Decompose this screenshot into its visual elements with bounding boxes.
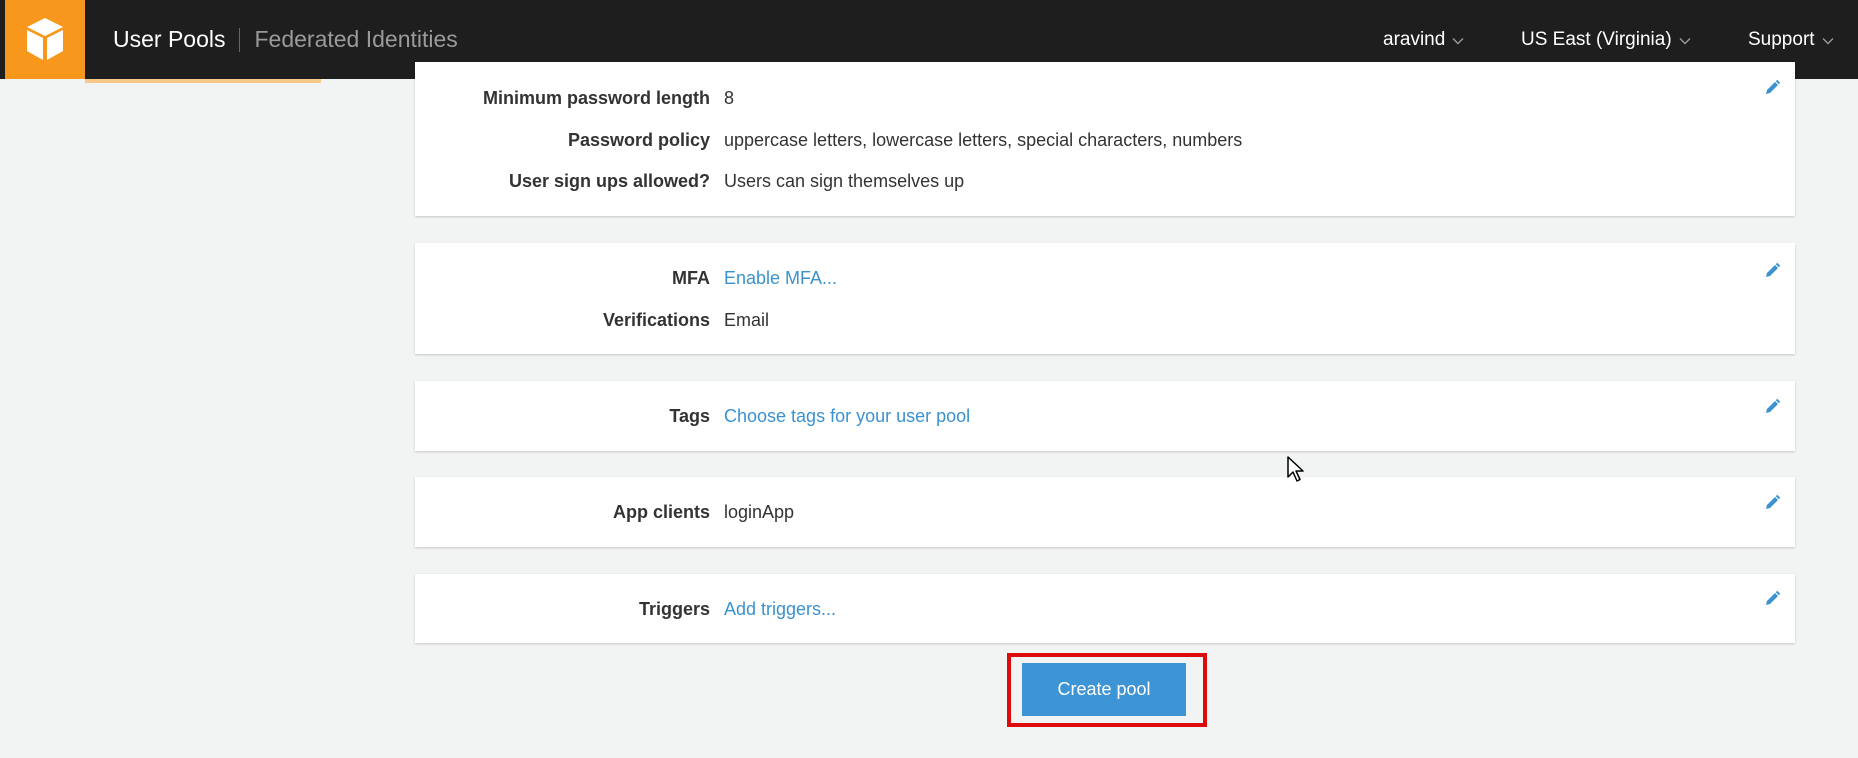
row-value: uppercase letters, lowercase letters, sp… [724, 130, 1243, 150]
row-label: User sign ups allowed? [508, 171, 710, 191]
create-pool-button[interactable]: Create pool [1022, 663, 1186, 716]
service-logo[interactable] [5, 0, 85, 79]
pencil-icon[interactable] [1763, 262, 1781, 280]
active-section-underline [85, 79, 321, 83]
summary-row: Minimum password length 8 [415, 83, 1795, 113]
pencil-icon[interactable] [1763, 398, 1781, 416]
row-label: Minimum password length [482, 88, 710, 108]
add-triggers-link[interactable]: Add triggers... [724, 594, 836, 624]
summary-row: Triggers Add triggers... [415, 594, 1795, 624]
row-value: loginApp [724, 502, 795, 522]
primary-nav: User Pools Federated Identities [113, 0, 458, 79]
summary-row: Tags Choose tags for your user pool [415, 401, 1795, 431]
enable-mfa-link[interactable]: Enable MFA... [724, 263, 837, 293]
row-label: Tags [669, 406, 710, 426]
tab-federated-identities[interactable]: Federated Identities [254, 26, 457, 53]
mfa-card: MFA Enable MFA... Verifications Email [415, 243, 1795, 354]
row-label: MFA [672, 268, 710, 288]
tab-user-pools[interactable]: User Pools [113, 26, 225, 53]
mouse-pointer-icon [1287, 456, 1304, 482]
summary-row: User sign ups allowed? Users can sign th… [415, 166, 1795, 196]
pencil-icon[interactable] [1763, 590, 1781, 608]
chevron-down-icon [1679, 29, 1691, 51]
summary-row: Verifications Email [415, 305, 1795, 335]
row-value: 8 [724, 88, 735, 108]
cognito-cube-icon [27, 18, 63, 60]
row-label: App clients [612, 502, 710, 522]
triggers-card: Triggers Add triggers... [415, 574, 1795, 643]
summary-row: App clients loginApp [415, 497, 1795, 527]
summary-row: MFA Enable MFA... [415, 263, 1795, 293]
row-label: Verifications [602, 310, 710, 330]
pencil-icon[interactable] [1763, 494, 1781, 512]
user-menu-label: aravind [1383, 28, 1446, 50]
policies-card: Minimum password length 8 Password polic… [415, 62, 1795, 216]
row-label: Password policy [567, 130, 710, 150]
region-menu-label: US East (Virginia) [1521, 28, 1672, 50]
support-menu-label: Support [1748, 28, 1815, 50]
chevron-down-icon [1822, 29, 1834, 51]
app-clients-card: App clients loginApp [415, 477, 1795, 547]
row-value: Users can sign themselves up [724, 171, 965, 191]
tags-card: Tags Choose tags for your user pool [415, 381, 1795, 451]
row-label: Triggers [638, 599, 710, 619]
pencil-icon[interactable] [1763, 79, 1781, 97]
chevron-down-icon [1452, 29, 1464, 51]
nav-divider [239, 27, 241, 52]
choose-tags-link[interactable]: Choose tags for your user pool [724, 401, 970, 431]
summary-row: Password policy uppercase letters, lower… [415, 125, 1795, 155]
row-value: Email [724, 310, 770, 330]
